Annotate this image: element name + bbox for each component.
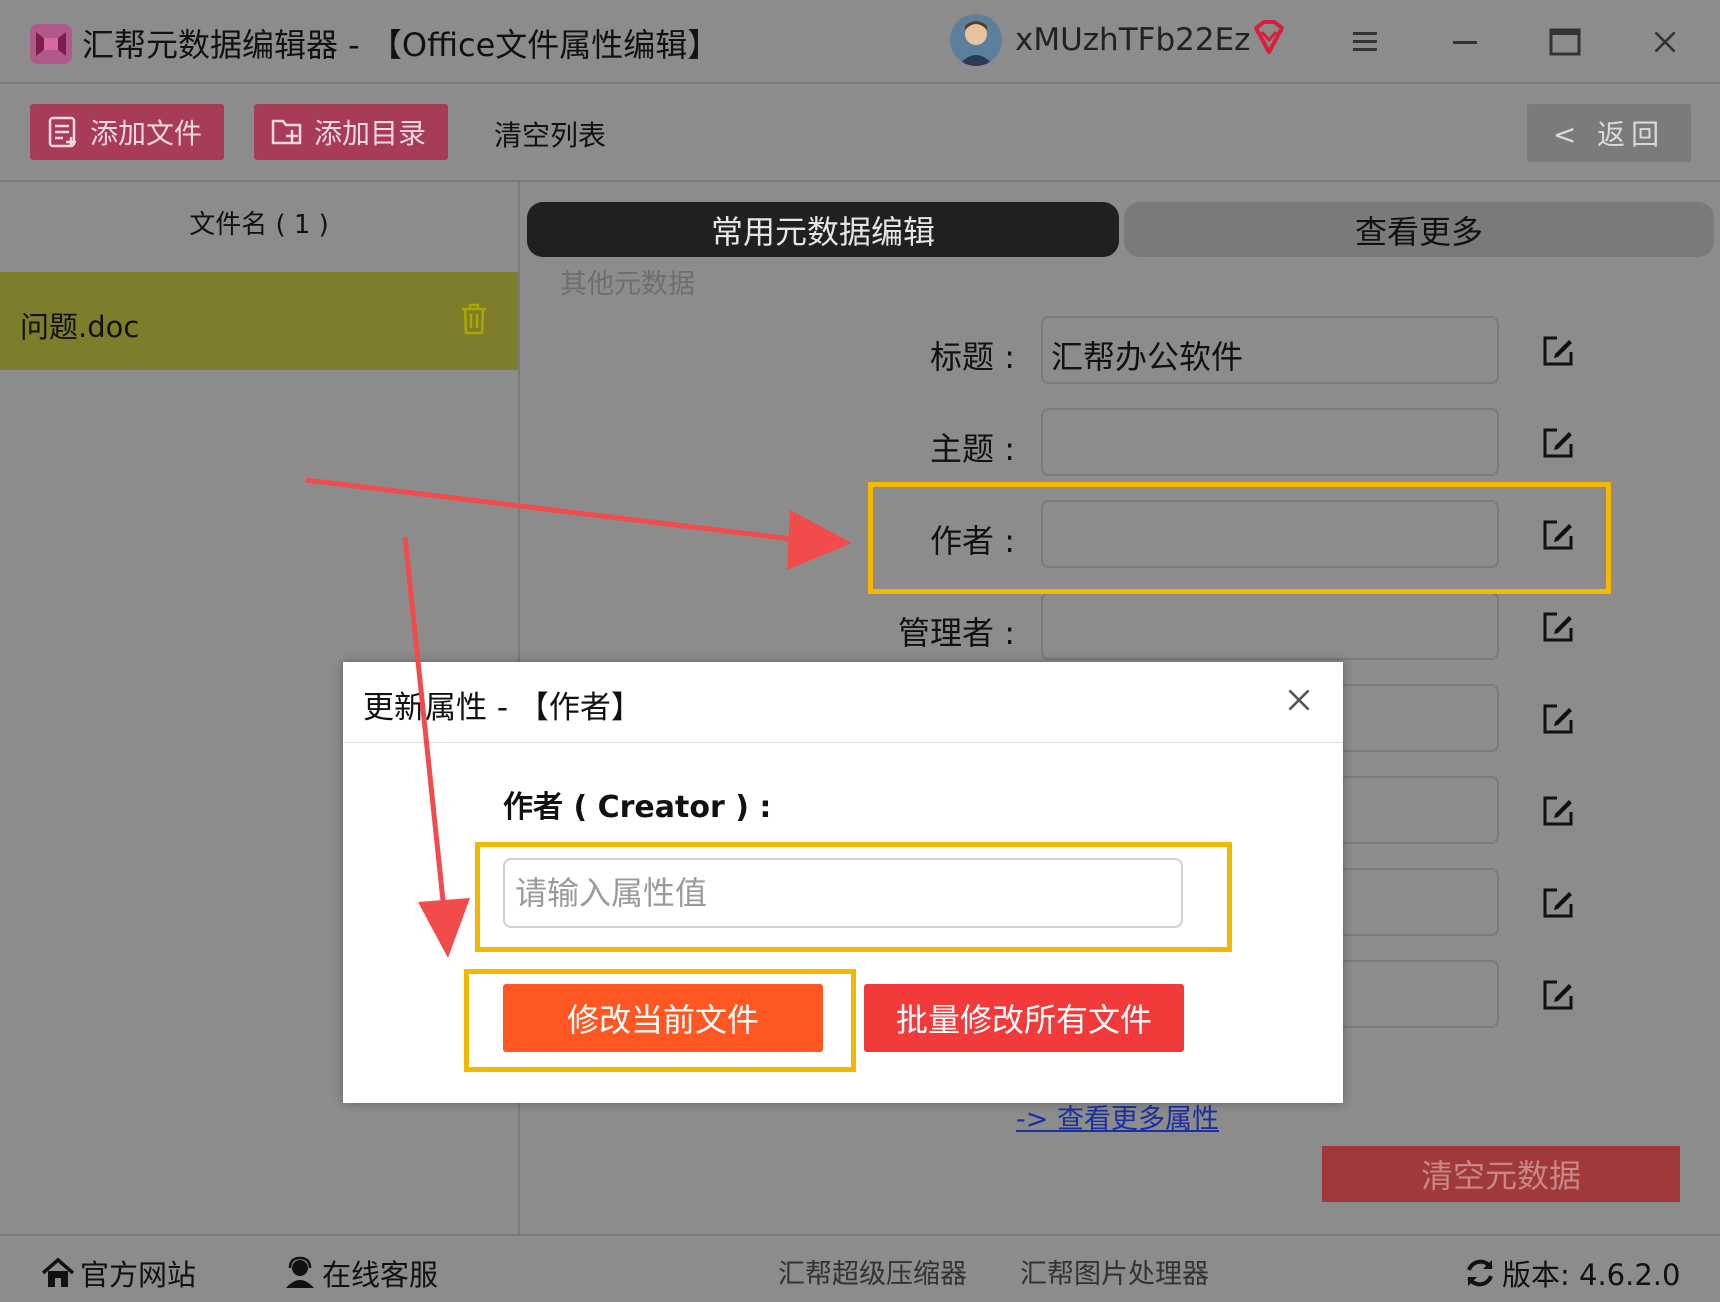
input-highlight [475,842,1232,952]
edit-field-6-icon[interactable] [1541,794,1575,828]
manager-field[interactable] [1041,592,1499,660]
version-label: 版本: 4.6.2.0 [1502,1258,1681,1292]
title-field[interactable]: 汇帮办公软件 [1041,316,1499,384]
subject-field[interactable] [1041,408,1499,476]
author-row-highlight [868,482,1611,594]
add-folder-icon [271,119,302,145]
file-list-header: 文件名 ( 1 ) [189,210,329,240]
online-support-link[interactable]: 在线客服 [282,1252,438,1294]
add-directory-button[interactable]: 添加目录 [254,104,448,160]
menu-icon[interactable] [1340,18,1390,66]
footer: 官方网站 在线客服 汇帮超级压缩器 汇帮图片处理器 版本: 4.6.2.0 [0,1234,1720,1302]
compressor-link[interactable]: 汇帮超级压缩器 [778,1252,967,1291]
official-website-link[interactable]: 官方网站 [40,1252,196,1294]
edit-field-8-icon[interactable] [1541,978,1575,1012]
user-avatar[interactable] [950,14,1002,66]
add-file-button[interactable]: 添加文件 [30,104,224,160]
title-bar: 汇帮元数据编辑器 - 【Office文件属性编辑】 xMUzhTFb22Ez [0,0,1720,84]
refresh-icon [1467,1259,1493,1287]
manager-field-label: 管理者 : [898,614,1015,652]
window-title: 汇帮元数据编辑器 - 【Office文件属性编辑】 [82,26,720,64]
clear-list-button[interactable]: 清空列表 [494,114,606,154]
edit-field-7-icon[interactable] [1541,886,1575,920]
edit-title-icon[interactable] [1541,334,1575,368]
clear-metadata-button[interactable]: 清空元数据 [1322,1146,1680,1202]
online-support-label: 在线客服 [322,1258,439,1292]
back-button[interactable]: < 返回 [1527,104,1691,162]
add-file-icon [48,116,76,148]
version-info[interactable]: 版本: 4.6.2.0 [1462,1252,1680,1294]
add-file-label: 添加文件 [90,117,203,150]
maximize-icon[interactable] [1540,18,1590,66]
edit-subject-icon[interactable] [1541,426,1575,460]
batch-modify-all-files-button[interactable]: 批量修改所有文件 [864,984,1184,1052]
file-list-item[interactable]: 问题.doc [0,272,518,370]
creator-field-label: 作者 ( Creator ) : [503,790,772,825]
modify-button-highlight [464,969,856,1072]
vip-diamond-icon[interactable] [1250,18,1288,58]
add-directory-label: 添加目录 [314,117,427,150]
file-name: 问题.doc [20,310,140,344]
app-logo-icon [30,24,72,64]
official-website-label: 官方网站 [80,1258,197,1292]
delete-file-icon[interactable] [460,302,488,336]
home-icon [41,1257,75,1287]
edit-manager-icon[interactable] [1541,610,1575,644]
support-agent-icon [286,1256,314,1288]
tab-view-more[interactable]: 查看更多 [1124,202,1714,257]
tab-common-metadata[interactable]: 常用元数据编辑 [527,202,1119,257]
minimize-icon[interactable] [1440,18,1490,66]
dialog-close-icon[interactable] [1279,680,1319,720]
close-icon[interactable] [1640,18,1690,66]
toolbar: 添加文件 添加目录 清空列表 < 返回 [0,84,1720,182]
title-field-label: 标题 : [930,338,1015,376]
dialog-title: 更新属性 - 【作者】 [363,690,642,726]
username[interactable]: xMUzhTFb22Ez [1015,22,1250,58]
image-processor-link[interactable]: 汇帮图片处理器 [1020,1252,1209,1291]
edit-field-5-icon[interactable] [1541,702,1575,736]
subject-field-label: 主题 : [930,430,1015,468]
dialog-divider [343,742,1343,743]
other-metadata-label: 其他元数据 [560,269,695,300]
